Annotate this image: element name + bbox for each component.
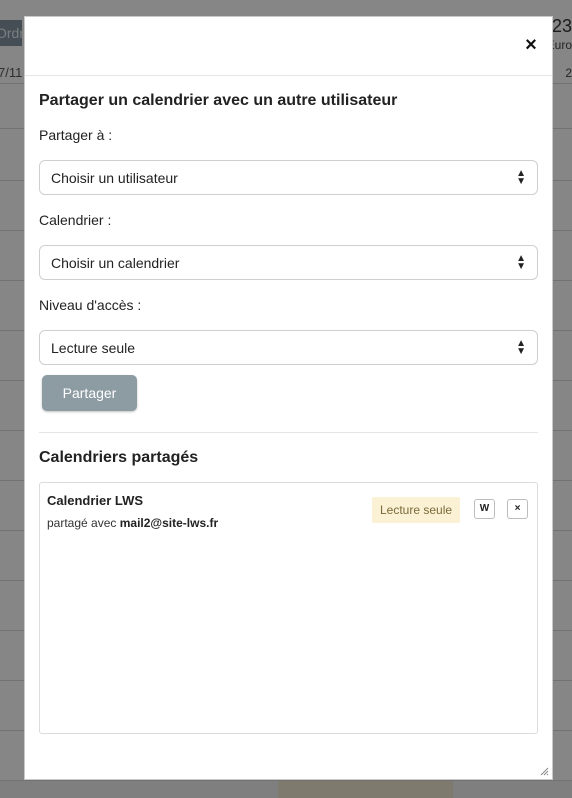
- close-icon[interactable]: ×: [521, 35, 541, 55]
- section-divider: [39, 432, 538, 433]
- share-to-label: Partager à :: [39, 127, 113, 143]
- shared-calendars-title: Calendriers partagés: [39, 449, 199, 466]
- calendar-label: Calendrier :: [39, 212, 112, 228]
- shared-with-email: mail2@site-lws.fr: [119, 516, 219, 530]
- write-access-button[interactable]: W: [474, 499, 495, 519]
- access-level-select-value: Lecture seule: [51, 339, 136, 356]
- modal-title: Partager un calendrier avec un autre uti…: [39, 92, 398, 109]
- share-calendar-modal: × Partager un calendrier avec un autre u…: [24, 16, 553, 780]
- access-level-select[interactable]: Lecture seule ▲ ▼: [39, 330, 538, 365]
- modal-header: ×: [25, 17, 552, 76]
- shared-with-prefix: partagé avec: [47, 516, 117, 530]
- remove-share-button[interactable]: ×: [507, 499, 528, 519]
- access-level-label: Niveau d'accès :: [39, 297, 142, 313]
- calendar-select[interactable]: Choisir un calendrier ▲ ▼: [39, 245, 538, 280]
- calendar-select-value: Choisir un calendrier: [51, 254, 180, 271]
- access-level-badge: Lecture seule: [372, 497, 461, 523]
- select-caret-icon: ▲ ▼: [516, 167, 526, 187]
- shared-calendars-list: Calendrier LWS partagé avec mail2@site-l…: [39, 482, 538, 734]
- share-button[interactable]: Partager: [42, 375, 137, 411]
- select-caret-icon: ▲ ▼: [516, 337, 526, 357]
- shared-calendar-name: Calendrier LWS: [47, 493, 144, 508]
- share-to-select-value: Choisir un utilisateur: [51, 169, 178, 186]
- shared-with-text: partagé avec mail2@site-lws.fr: [47, 516, 218, 530]
- select-caret-icon: ▲ ▼: [516, 252, 526, 272]
- modal-body: Partager un calendrier avec un autre uti…: [25, 92, 552, 734]
- resize-handle-icon[interactable]: [539, 766, 549, 776]
- share-to-select[interactable]: Choisir un utilisateur ▲ ▼: [39, 160, 538, 195]
